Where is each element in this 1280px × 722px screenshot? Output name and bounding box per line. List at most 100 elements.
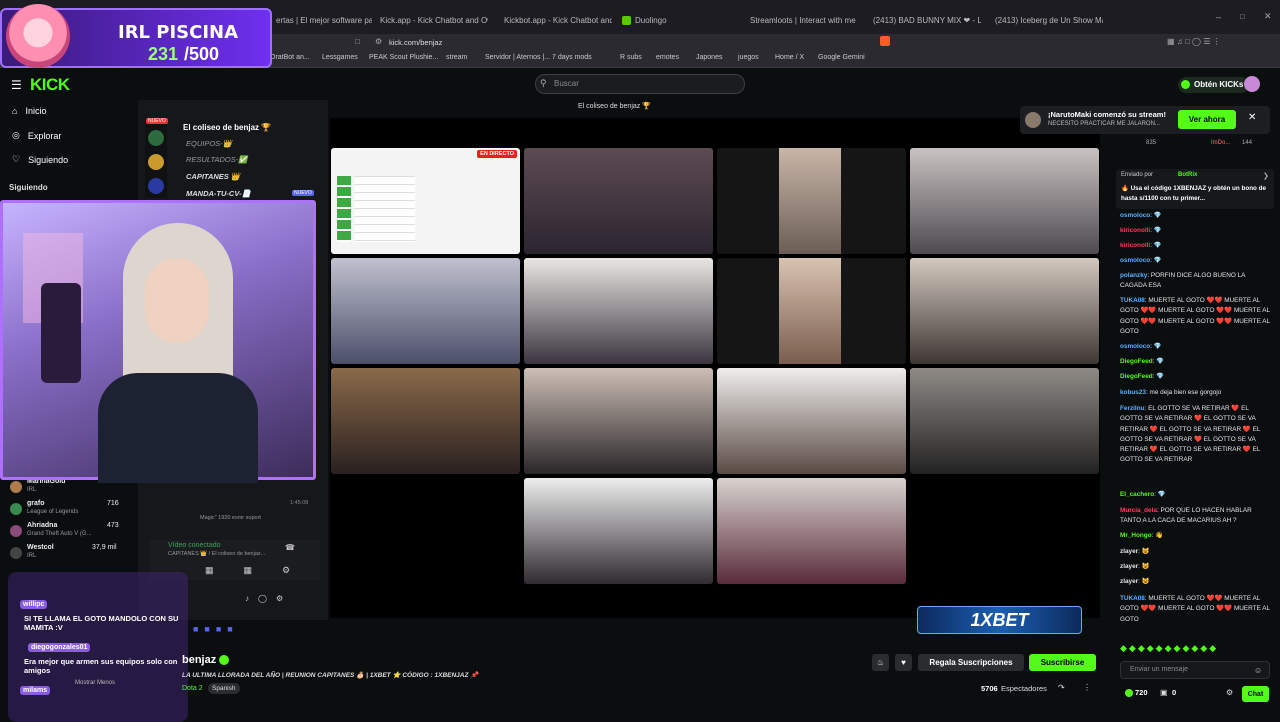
- chat-username[interactable]: kiriconolli: [1120, 242, 1150, 249]
- chat-username[interactable]: Ferzilnu: [1120, 405, 1145, 412]
- maximize-icon[interactable]: □: [1240, 12, 1245, 21]
- bookmark-item[interactable]: Japones: [696, 54, 722, 61]
- disconnect-icon[interactable]: ☎: [285, 543, 295, 552]
- voice-connected: Vídeo conectado: [168, 542, 221, 549]
- bookmark-item[interactable]: 7 days mods: [552, 54, 592, 61]
- tab-label: Streamloots | Interact with me | Ba: [750, 15, 858, 25]
- url-field[interactable]: kick.com/benjaz: [389, 38, 442, 47]
- bookmark-icon[interactable]: □: [355, 37, 360, 46]
- emoji-icon[interactable]: ☺: [1254, 666, 1262, 675]
- avatar[interactable]: [10, 547, 22, 559]
- more-options-icon[interactable]: ⋮: [1083, 683, 1091, 692]
- spreadsheet-rows: [355, 176, 415, 242]
- bookmark-item[interactable]: Servidor | Aternos |...: [485, 54, 550, 61]
- extensions-icon[interactable]: ▦ ♫ □ ◯ ☰ ⋮: [1167, 37, 1221, 46]
- discord-channel[interactable]: CAPITANES 👑: [186, 172, 240, 181]
- browser-tab[interactable]: (2413) BAD BUNNY MIX ❤ - Lo Mej: [869, 10, 981, 30]
- nav-explorar[interactable]: ◎ Explorar: [12, 130, 61, 141]
- server-icon[interactable]: [148, 154, 164, 170]
- chat-username[interactable]: osmoloco: [1120, 257, 1150, 264]
- kick-logo[interactable]: KICK: [30, 75, 70, 95]
- bookmark-item[interactable]: R subs: [620, 54, 642, 61]
- browser-tab[interactable]: Kick.app - Kick Chatbot and Over: [376, 10, 488, 30]
- menu-icon[interactable]: ☰: [11, 78, 22, 92]
- chat-username[interactable]: DiegoFeed: [1120, 358, 1153, 365]
- bookmark-item[interactable]: stream: [446, 54, 467, 61]
- browser-tab[interactable]: Duolingo: [622, 10, 732, 30]
- chat-username[interactable]: zlayer: [1120, 548, 1138, 555]
- viewer-label: Espectadores: [1001, 684, 1047, 693]
- bookmark-item[interactable]: OratBot an...: [270, 54, 310, 61]
- game-link[interactable]: Dota 2: [182, 685, 203, 692]
- streamer-name[interactable]: benjaz: [182, 654, 216, 666]
- pin-icon[interactable]: ❯: [1263, 172, 1269, 180]
- voice-controls[interactable]: ▦▦⚙: [205, 565, 320, 576]
- watch-now-button[interactable]: Ver ahora: [1178, 110, 1236, 129]
- chat-text: 👋: [1155, 532, 1164, 539]
- nav-siguiendo[interactable]: ♡ Siguiendo: [12, 154, 68, 165]
- nav-inicio[interactable]: ⌂ Inicio: [12, 106, 46, 116]
- send-chat-button[interactable]: Chat: [1242, 686, 1269, 702]
- subscribe-button[interactable]: Suscribirse: [1029, 654, 1096, 671]
- user-avatar[interactable]: [1244, 76, 1260, 92]
- minimize-icon[interactable]: –: [1216, 12, 1221, 22]
- bookmark-item[interactable]: Lessgames: [322, 54, 358, 61]
- facecam: [0, 200, 316, 483]
- browser-tab[interactable]: Streamloots | Interact with me | Ba: [746, 10, 858, 30]
- chat-text: 💎: [1153, 212, 1162, 219]
- participant-tile: [524, 478, 713, 584]
- chat-username[interactable]: osmoloco: [1120, 212, 1150, 219]
- channel-name[interactable]: Ahriadna: [27, 522, 57, 529]
- language-tag[interactable]: Spanish: [208, 683, 240, 694]
- avatar[interactable]: [10, 503, 22, 515]
- browser-tab[interactable]: (2413) Iceberg de Un Show Más - Yo: [991, 10, 1103, 30]
- channel-name[interactable]: grafo: [27, 500, 45, 507]
- discord-channel[interactable]: EQUIPOS-👑: [186, 139, 232, 148]
- search-input[interactable]: Buscar: [535, 74, 745, 94]
- brave-shield-icon[interactable]: [880, 36, 890, 46]
- settings-icon[interactable]: ⚙: [1226, 688, 1233, 697]
- chat-username[interactable]: TUKA08: [1120, 595, 1145, 602]
- chat-username[interactable]: polanzky: [1120, 272, 1147, 279]
- chat-username[interactable]: TUKA08: [1120, 297, 1145, 304]
- chat-input[interactable]: Enviar un mensaje: [1120, 661, 1270, 679]
- avatar[interactable]: [10, 525, 22, 537]
- goal-total: /500: [184, 44, 220, 64]
- show-less-link[interactable]: Mostrar Menos: [75, 680, 115, 686]
- follow-heart-icon[interactable]: ♥: [895, 654, 912, 671]
- bookmark-item[interactable]: PEAK Scout Plushie...: [369, 54, 438, 61]
- avatar[interactable]: [10, 481, 22, 493]
- browser-tab[interactable]: Kickbot.app - Kick Chatbot and Over: [500, 10, 612, 30]
- close-icon[interactable]: ✕: [1248, 112, 1256, 123]
- channel-name[interactable]: Westcol: [27, 544, 54, 551]
- share-icon[interactable]: ↷: [1058, 683, 1065, 692]
- emote-bar[interactable]: ◆◆◆◆◆◆◆◆◆◆◆: [1120, 643, 1270, 655]
- chat-username[interactable]: zlayer: [1120, 578, 1138, 585]
- taskbar-icons: ■■■■: [193, 624, 239, 634]
- chat-username[interactable]: osmoloco: [1120, 343, 1150, 350]
- discord-channel[interactable]: RESULTADOS-✅: [186, 155, 248, 164]
- bookmark-item[interactable]: juegos: [738, 54, 759, 61]
- bookmark-item[interactable]: Google Gemini: [818, 54, 865, 61]
- discord-channel[interactable]: MANDA-TU-CV-📄: [186, 189, 251, 198]
- chat-username[interactable]: zlayer: [1120, 563, 1138, 570]
- chat-username[interactable]: kobus23: [1120, 389, 1146, 396]
- bookmark-item[interactable]: Home / X: [775, 54, 804, 61]
- chat-username[interactable]: DiegoFeed: [1120, 373, 1153, 380]
- gift-icon[interactable]: ▣: [1160, 688, 1168, 697]
- server-icon[interactable]: [148, 130, 164, 146]
- chat-username[interactable]: kiriconolli: [1120, 227, 1150, 234]
- chat-message: zlayer: 😺: [1120, 547, 1272, 557]
- gift-subs-button[interactable]: Regala Suscripciones: [918, 654, 1024, 671]
- chat-username[interactable]: Mr_Hongo: [1120, 532, 1152, 539]
- user-controls[interactable]: ♪◯⚙: [245, 594, 292, 603]
- notification-bell-icon[interactable]: ♨: [872, 654, 889, 671]
- server-icon[interactable]: [148, 178, 164, 194]
- browser-tab[interactable]: ertas | El mejor software para pone: [272, 10, 372, 30]
- site-info-icon[interactable]: ⚙: [375, 37, 382, 46]
- chat-username[interactable]: Murcia_dela: [1120, 507, 1157, 514]
- chat-username[interactable]: El_cachero: [1120, 491, 1154, 498]
- close-window-icon[interactable]: ✕: [1264, 11, 1272, 22]
- discord-server-name[interactable]: El coliseo de benjaz 🏆: [183, 123, 271, 132]
- bookmark-item[interactable]: emotes: [656, 54, 679, 61]
